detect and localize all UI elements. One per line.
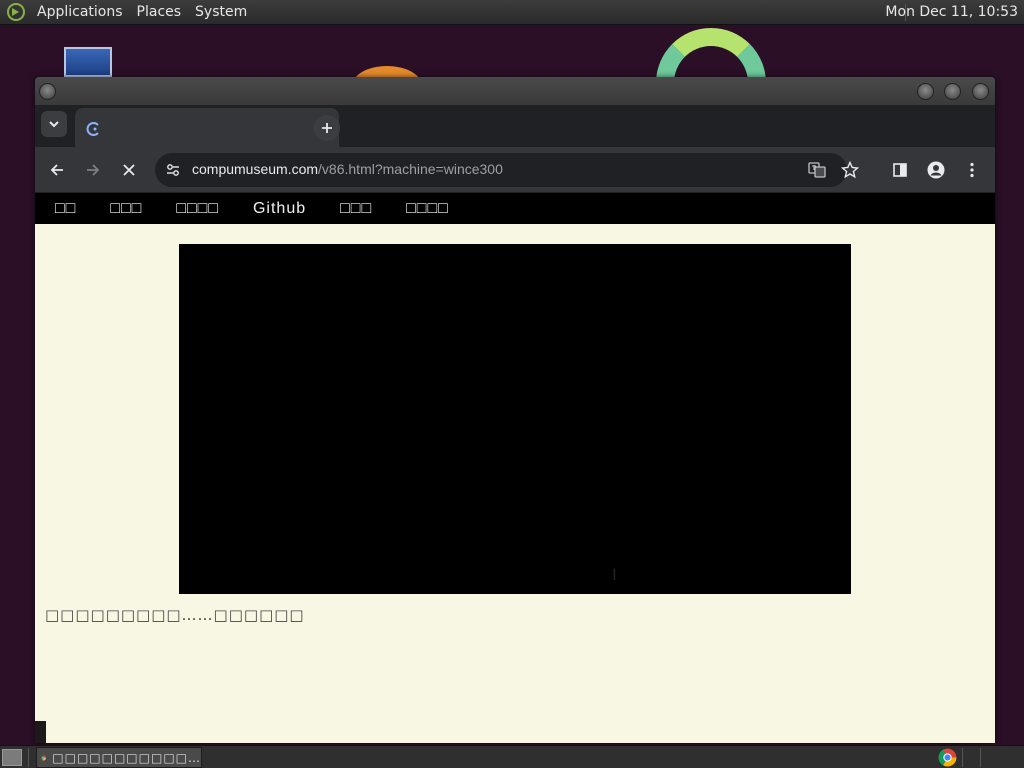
browser-toolbar: compumuseum.com/v86.html?machine=wince30…: [35, 147, 995, 193]
taskbar-window-button[interactable]: □□□□□□□□□□□…: [36, 747, 202, 768]
nav-link-github[interactable]: Github: [253, 200, 306, 218]
nav-link-5[interactable]: □□□: [340, 200, 372, 218]
panel-separator: [980, 748, 981, 767]
panel-separator: [962, 748, 963, 767]
loading-status: □□□□□□□□□……□□□□□□: [45, 606, 305, 624]
minimize-button[interactable]: [917, 83, 934, 100]
nav-link-1[interactable]: □□: [55, 200, 76, 218]
applications-menu[interactable]: Applications: [37, 4, 123, 20]
chrome-icon: [41, 755, 47, 760]
show-desktop-icon[interactable]: [2, 749, 22, 766]
browser-window: compumuseum.com/v86.html?machine=wince30…: [35, 77, 995, 743]
profile-icon: [927, 161, 945, 179]
text-cursor-icon: Ⅰ: [612, 565, 617, 584]
nav-link-6[interactable]: □□□□: [406, 200, 449, 218]
system-menu[interactable]: System: [195, 4, 247, 20]
translate-icon[interactable]: [807, 160, 827, 180]
chrome-tray-icon[interactable]: [938, 748, 957, 768]
tab-search-button[interactable]: [41, 111, 67, 137]
maximize-button[interactable]: [944, 83, 961, 100]
places-menu[interactable]: Places: [137, 4, 182, 20]
tab-strip: [35, 105, 995, 147]
panel-separator: [28, 748, 29, 767]
nav-link-3[interactable]: □□□□: [176, 200, 219, 218]
distro-logo-icon[interactable]: [6, 2, 26, 22]
address-bar[interactable]: compumuseum.com/v86.html?machine=wince30…: [155, 153, 859, 187]
url-host: compumuseum.com: [192, 161, 319, 177]
window-titlebar[interactable]: [35, 77, 995, 105]
site-settings-icon[interactable]: [165, 162, 181, 182]
more-vert-icon: [970, 162, 974, 178]
nav-link-2[interactable]: □□□: [110, 200, 142, 218]
bottom-panel: □□□□□□□□□□□…: [0, 745, 1024, 768]
forward-arrow-icon: [87, 164, 100, 176]
new-tab-button[interactable]: [314, 115, 340, 141]
window-menu-button[interactable]: [39, 83, 56, 100]
page-content: □□ □□□ □□□□ Github □□□ □□□□ Ⅰ □□□□□□□□□……: [35, 193, 995, 743]
forward-button[interactable]: [80, 157, 106, 183]
chevron-down-icon: [49, 121, 59, 128]
taskbar-window-label: □□□□□□□□□□□…: [52, 750, 201, 765]
profile-button[interactable]: [923, 157, 949, 183]
side-panel-button[interactable]: [887, 157, 913, 183]
clock[interactable]: Mon Dec 11, 10:53: [885, 4, 1018, 20]
favicon-icon: [85, 121, 101, 141]
side-panel-icon: [893, 163, 907, 177]
url-path: /v86.html?machine=wince300: [318, 161, 503, 177]
scroll-marker: [35, 721, 46, 743]
back-button[interactable]: [44, 157, 70, 183]
active-tab[interactable]: [75, 108, 339, 147]
url-text[interactable]: compumuseum.com/v86.html?machine=wince30…: [192, 161, 503, 177]
back-arrow-icon: [50, 164, 63, 176]
close-window-button[interactable]: [972, 83, 989, 100]
emulator-screen[interactable]: [179, 244, 851, 594]
site-nav: □□ □□□ □□□□ Github □□□ □□□□: [35, 193, 995, 224]
stop-button[interactable]: [116, 157, 142, 183]
desktop-computer-icon[interactable]: [64, 47, 112, 77]
star-icon[interactable]: [840, 160, 860, 180]
more-button[interactable]: [959, 157, 985, 183]
top-panel: Applications Places System Mon Dec 11, 1…: [0, 0, 1024, 25]
stop-icon: [123, 164, 135, 176]
plus-icon: [322, 123, 332, 133]
